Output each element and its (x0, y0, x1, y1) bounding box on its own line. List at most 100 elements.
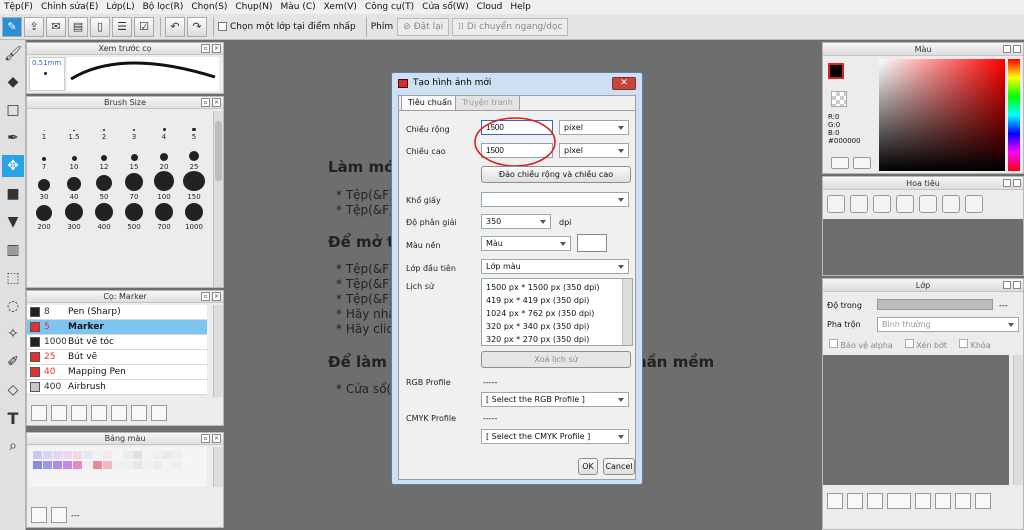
zoom-in-icon[interactable] (850, 195, 868, 213)
blend-mode-select[interactable]: Bình thường (877, 317, 1019, 332)
first-layer-select[interactable]: Lớp màu (481, 259, 629, 274)
brush-list-item[interactable]: 1000 Bút vẽ tóc (27, 335, 207, 350)
foreground-color[interactable] (828, 63, 844, 79)
reset-button[interactable]: ⊘ Đặt lại (397, 17, 450, 36)
brush-size-cell[interactable]: 30 (29, 171, 59, 201)
magic-wand-icon[interactable]: ✧ (2, 323, 24, 345)
brush-size-cell[interactable]: 1.5 (59, 111, 89, 141)
close-icon[interactable]: × (212, 434, 221, 443)
text-icon[interactable]: T (2, 407, 24, 429)
scroll-thumb[interactable] (215, 121, 222, 181)
menu-cloud[interactable]: Cloud (473, 0, 507, 14)
palette-swatch[interactable] (83, 461, 92, 469)
undo-icon[interactable]: ↶ (165, 16, 185, 37)
menu-layer[interactable]: Lớp(L) (102, 0, 138, 14)
float-icon[interactable]: ▫ (201, 292, 210, 301)
palette-swatch[interactable] (163, 451, 172, 459)
history-item[interactable]: 320 px * 270 px (350 dpi) (486, 333, 628, 346)
scrollbar[interactable] (213, 447, 223, 487)
clip-checkbox[interactable]: Xén bớt (904, 339, 947, 350)
move-button[interactable]: ⁞⁞ Di chuyển ngang/dọc (452, 17, 569, 36)
palette-swatch[interactable] (43, 461, 52, 469)
palette-swatch[interactable] (153, 451, 162, 459)
history-list[interactable]: 1500 px * 1500 px (350 dpi) 419 px * 419… (481, 278, 633, 346)
trash-icon[interactable] (151, 405, 167, 421)
eraser-toggle-icon[interactable]: ✎ (2, 16, 22, 37)
ok-button[interactable]: OK (578, 458, 598, 475)
resolution-select[interactable]: 350 (481, 214, 551, 229)
width-unit-select[interactable]: pixel (559, 120, 629, 135)
palette-swatch[interactable] (73, 461, 82, 469)
gradient-icon[interactable]: ▥ (2, 239, 24, 261)
palette-swatch[interactable] (33, 451, 42, 459)
zoom-out-icon[interactable] (896, 195, 914, 213)
lasso-icon[interactable]: ◌ (2, 295, 24, 317)
folder-icon[interactable] (915, 493, 931, 509)
brush-size-cell[interactable]: 50 (89, 171, 119, 201)
trash-icon[interactable] (51, 507, 67, 523)
clear-history-button[interactable]: Xoá lịch sử (481, 351, 631, 368)
tab-comic[interactable]: Truyện tranh (455, 95, 520, 110)
menu-color[interactable]: Màu (C) (277, 0, 320, 14)
background-select[interactable]: Màu (481, 236, 571, 251)
palette-swatch[interactable] (113, 451, 122, 459)
rectangle-icon[interactable]: □ (2, 99, 24, 121)
menu-select[interactable]: Chọn(S) (187, 0, 231, 14)
palette-swatch[interactable] (183, 451, 192, 459)
palette-swatch[interactable] (83, 451, 92, 459)
redo-icon[interactable]: ↷ (187, 16, 207, 37)
brush-list-item[interactable]: 40 Mapping Pen (27, 365, 207, 380)
palette-swatch[interactable] (173, 461, 182, 469)
menu-edit[interactable]: Chỉnh sửa(E) (37, 0, 102, 14)
palette-swatch[interactable] (63, 451, 72, 459)
palette-swatch[interactable] (53, 451, 62, 459)
palette-swatch[interactable] (43, 451, 52, 459)
new-palette-icon[interactable] (31, 507, 47, 523)
brush-settings-icon[interactable] (31, 405, 47, 421)
rgb-profile-select[interactable]: [ Select the RGB Profile ] (481, 392, 629, 407)
palette-swatch[interactable] (143, 461, 152, 469)
brush-size-cell[interactable]: 3 (119, 111, 149, 141)
paper-select[interactable] (481, 192, 629, 207)
palette-swatch[interactable] (93, 451, 102, 459)
menu-tools[interactable]: Công cụ(T) (361, 0, 418, 14)
checkbox-box[interactable] (218, 22, 227, 31)
palette-swatch[interactable] (183, 461, 192, 469)
close-icon[interactable]: ✕ (612, 77, 636, 90)
checkbox-box[interactable] (829, 339, 838, 348)
float-icon[interactable] (1003, 45, 1011, 53)
menu-file[interactable]: Tệp(F) (0, 0, 37, 14)
float-icon[interactable]: ▫ (201, 98, 210, 107)
brush-icon[interactable]: 🖌 (2, 43, 24, 65)
brush-size-cell[interactable]: 10 (59, 141, 89, 171)
new-raster-layer-icon[interactable] (827, 493, 843, 509)
brush-properties-icon[interactable] (91, 405, 107, 421)
palette-swatch[interactable] (153, 461, 162, 469)
scrollbar[interactable] (213, 305, 223, 397)
brush-size-cell[interactable]: 1000 (179, 201, 209, 231)
duplicate-icon[interactable] (131, 405, 147, 421)
float-icon[interactable]: ▫ (201, 44, 210, 53)
menu-window[interactable]: Cửa sổ(W) (418, 0, 472, 14)
close-icon[interactable] (1013, 179, 1021, 187)
brush-size-cell[interactable]: 12 (89, 141, 119, 171)
history-item[interactable]: 1500 px * 1500 px (350 dpi) (486, 281, 628, 294)
cancel-button[interactable]: Cancel (603, 458, 635, 475)
palette-swatch[interactable] (103, 451, 112, 459)
menu-filter[interactable]: Bộ lọc(R) (139, 0, 188, 14)
palette-swatch[interactable] (163, 461, 172, 469)
layer-list[interactable] (823, 355, 1009, 485)
layer-menu-icon[interactable] (887, 493, 911, 509)
brush-size-cell[interactable]: 4 (149, 111, 179, 141)
brush-size-cell[interactable]: 300 (59, 201, 89, 231)
transparent-color[interactable] (831, 91, 847, 107)
float-icon[interactable] (1003, 179, 1011, 187)
brush-list-item[interactable]: 8 Pen (Sharp) (27, 305, 207, 320)
history-item[interactable]: 419 px * 419 px (350 dpi) (486, 294, 628, 307)
history-item[interactable]: 1024 px * 762 px (350 dpi) (486, 307, 628, 320)
eyedropper-icon[interactable]: ⌕ (2, 435, 24, 457)
checkbox-box[interactable] (959, 339, 969, 348)
palette-swatch[interactable] (123, 451, 132, 459)
checklist-icon[interactable]: ☑ (134, 16, 154, 37)
brush-size-cell[interactable]: 150 (179, 171, 209, 201)
